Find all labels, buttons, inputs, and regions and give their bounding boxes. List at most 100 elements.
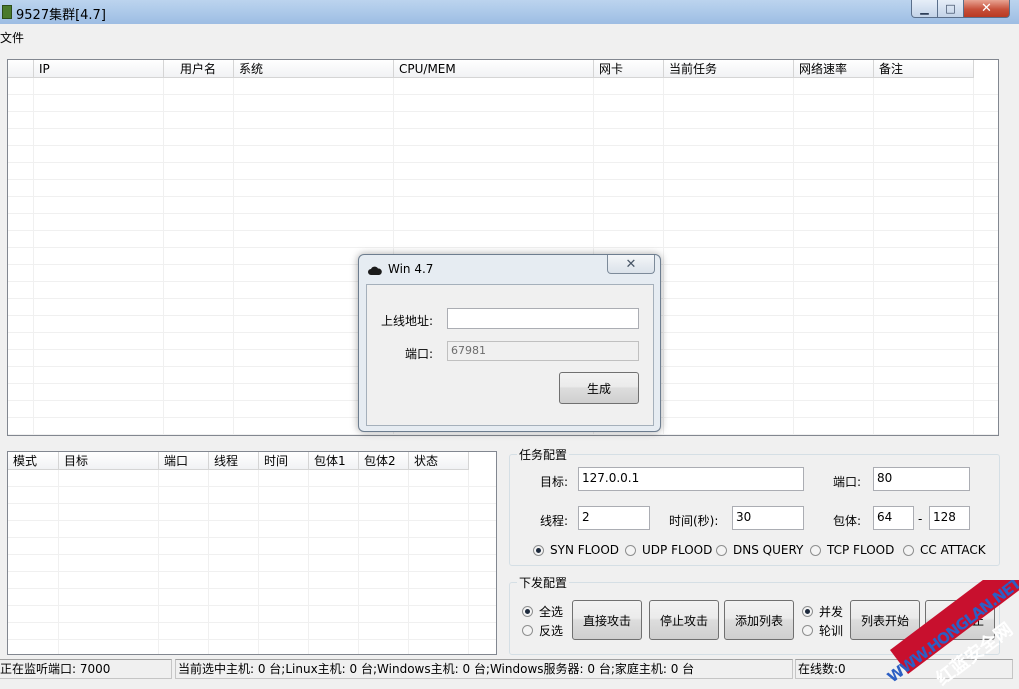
mode-syn-flood-radio[interactable]: SYN FLOOD [533, 543, 619, 557]
task-list[interactable]: 模式 目标 端口 线程 时间 包体1 包体2 状态 [7, 451, 497, 655]
generate-dialog: Win 4.7 ✕ 上线地址: 端口: 67981 生成 [358, 254, 661, 432]
watermark: WWW.HONGLAN.NET 红蓝安全网 [870, 580, 1019, 689]
radio-dot [716, 544, 727, 556]
host-col-system[interactable]: 系统 [234, 60, 394, 78]
online-address-input[interactable] [447, 308, 639, 329]
radio-dot [533, 544, 544, 556]
port-input[interactable]: 80 [873, 467, 970, 491]
grid-line [33, 78, 34, 435]
grid-line [358, 470, 359, 654]
grid-line [663, 78, 664, 435]
cloud-icon [368, 266, 382, 275]
radio-dot [903, 544, 914, 556]
mode-tcp-flood-radio[interactable]: TCP FLOOD [810, 543, 894, 557]
threads-input[interactable]: 2 [578, 506, 650, 530]
host-col-net-speed[interactable]: 网络速率 [794, 60, 874, 78]
minimize-button[interactable]: ▁ [911, 0, 938, 18]
host-list-header: IP 用户名 系统 CPU/MEM 网卡 当前任务 网络速率 备注 [8, 60, 974, 78]
task-col-packet2[interactable]: 包体2 [359, 452, 409, 470]
dispatch-config-title: 下发配置 [517, 574, 570, 591]
host-col-check[interactable] [8, 60, 34, 78]
task-col-time[interactable]: 时间 [259, 452, 309, 470]
dialog-title: Win 4.7 [388, 262, 434, 276]
radio-dot [802, 625, 813, 636]
window-titlebar: 9527集群[4.7] ▁ □ ✕ [0, 0, 1019, 24]
grid-line [468, 470, 469, 654]
dialog-close-button[interactable]: ✕ [607, 255, 655, 274]
dialog-client-area: 上线地址: 端口: 67981 生成 [366, 284, 654, 426]
invert-selection-radio[interactable]: 反选 [522, 622, 563, 639]
grid-line [793, 78, 794, 435]
menu-bar: 文件 [0, 27, 1014, 47]
task-col-status[interactable]: 状态 [409, 452, 469, 470]
target-label: 目标: [540, 475, 569, 489]
mode-udp-flood-radio[interactable]: UDP FLOOD [625, 543, 712, 557]
target-input[interactable]: 127.0.0.1 [578, 467, 804, 491]
concurrent-label: 并发 [819, 605, 844, 619]
task-list-body [8, 470, 496, 654]
generate-button[interactable]: 生成 [559, 372, 639, 404]
status-bar: 正在监听端口: 7000 当前选中主机: 0 台;Linux主机: 0 台;Wi… [0, 657, 1014, 679]
radio-dot [810, 544, 821, 556]
grid-line [408, 470, 409, 654]
grid-line [158, 470, 159, 654]
host-col-username[interactable]: 用户名 [164, 60, 234, 78]
radio-dot [625, 544, 636, 556]
grid-line [873, 78, 874, 435]
host-col-remark[interactable]: 备注 [874, 60, 974, 78]
mode-dns-query-label: DNS QUERY [733, 543, 804, 557]
time-label: 时间(秒): [669, 514, 719, 528]
dialog-port-label: 端口: [405, 347, 434, 361]
status-listen-port: 正在监听端口: 7000 [0, 659, 172, 679]
grid-line [973, 78, 974, 435]
mode-udp-flood-label: UDP FLOOD [642, 543, 713, 557]
grid-line [258, 470, 259, 654]
menu-file[interactable]: 文件 [0, 29, 24, 46]
packet-range-separator: - [918, 512, 923, 526]
app-icon [2, 5, 12, 19]
grid-line [208, 470, 209, 654]
radio-dot [522, 625, 533, 636]
port-label: 端口: [833, 475, 862, 489]
window-title: 9527集群[4.7] [16, 8, 106, 23]
task-col-target[interactable]: 目标 [59, 452, 159, 470]
status-selected-hosts: 当前选中主机: 0 台;Linux主机: 0 台;Windows主机: 0 台;… [175, 659, 793, 679]
mode-cc-attack-label: CC ATTACK [920, 543, 986, 557]
mode-dns-query-radio[interactable]: DNS QUERY [716, 543, 803, 557]
host-col-ip[interactable]: IP [34, 60, 164, 78]
concurrent-radio[interactable]: 并发 [802, 603, 843, 620]
select-all-radio[interactable]: 全选 [522, 603, 563, 620]
add-to-list-button[interactable]: 添加列表 [724, 600, 794, 640]
task-config-title: 任务配置 [517, 446, 570, 463]
grid-line [163, 78, 164, 435]
host-col-current-task[interactable]: 当前任务 [664, 60, 794, 78]
task-col-packet1[interactable]: 包体1 [309, 452, 359, 470]
stop-attack-button[interactable]: 停止攻击 [649, 600, 719, 640]
task-list-header: 模式 目标 端口 线程 时间 包体1 包体2 状态 [8, 452, 469, 470]
mode-cc-attack-radio[interactable]: CC ATTACK [903, 543, 986, 557]
radio-dot [522, 606, 533, 617]
task-col-mode[interactable]: 模式 [8, 452, 59, 470]
mode-syn-flood-label: SYN FLOOD [550, 543, 620, 557]
packet-label: 包体: [833, 514, 862, 528]
host-col-cpu-mem[interactable]: CPU/MEM [394, 60, 594, 78]
direct-attack-button[interactable]: 直接攻击 [572, 600, 642, 640]
dialog-port-input[interactable]: 67981 [447, 341, 639, 361]
radio-dot [802, 606, 813, 617]
grid-line [233, 78, 234, 435]
grid-line [308, 470, 309, 654]
time-input[interactable]: 30 [732, 506, 804, 530]
round-robin-label: 轮训 [819, 624, 844, 638]
close-button[interactable]: ✕ [963, 0, 1010, 18]
packet-min-input[interactable]: 64 [873, 506, 914, 530]
round-robin-radio[interactable]: 轮训 [802, 622, 843, 639]
mode-tcp-flood-label: TCP FLOOD [827, 543, 895, 557]
select-all-label: 全选 [539, 605, 564, 619]
task-col-port[interactable]: 端口 [159, 452, 209, 470]
task-col-threads[interactable]: 线程 [209, 452, 259, 470]
packet-max-input[interactable]: 128 [929, 506, 970, 530]
host-col-nic[interactable]: 网卡 [594, 60, 664, 78]
threads-label: 线程: [540, 514, 569, 528]
grid-line [58, 470, 59, 654]
maximize-button[interactable]: □ [937, 0, 964, 18]
